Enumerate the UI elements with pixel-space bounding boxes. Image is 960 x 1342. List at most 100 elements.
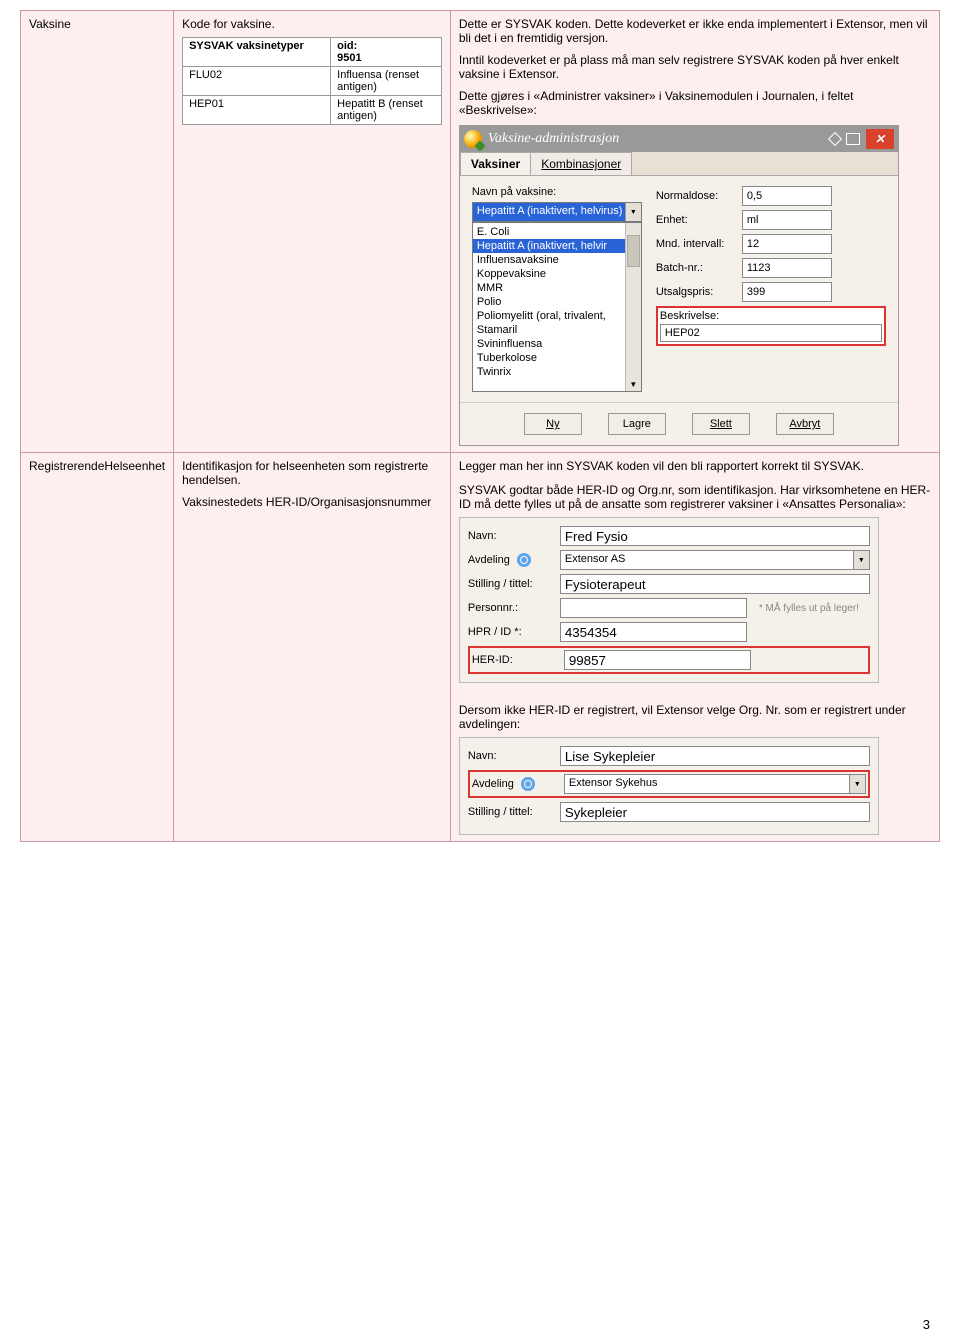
refresh-icon[interactable] — [517, 553, 531, 567]
row2-label: RegistrerendeHelseenhet — [29, 459, 165, 473]
f1-navn-input[interactable] — [560, 526, 870, 546]
row2-p1: SYSVAK godtar både HER-ID og Org.nr, som… — [459, 483, 931, 511]
sysvak-inner-table: SYSVAK vaksinetyper oid: 9501 FLU02 Infl… — [182, 37, 442, 125]
f2-avdeling-label: Avdeling — [472, 777, 558, 791]
row1-label-cell: Vaksine — [21, 11, 174, 453]
f1-hpr-input[interactable] — [560, 622, 747, 642]
f2-avdeling-combo[interactable]: Extensor Sykehus ▼ — [564, 774, 866, 794]
list-item[interactable]: Svininfluensa — [473, 337, 641, 351]
list-item[interactable]: Poliomyelitt (oral, trivalent, — [473, 309, 641, 323]
batch-label: Batch-nr.: — [656, 262, 736, 274]
row2-col2: Identifikasjon for helseenheten som regi… — [174, 453, 451, 842]
row2-col2b: Vaksinestedets HER-ID/Organisasjonsnumme… — [182, 495, 442, 509]
enhet-input[interactable] — [742, 210, 832, 230]
beskrivelse-box: Beskrivelse: HEP02 — [656, 306, 886, 346]
beskrivelse-label: Beskrivelse: — [660, 310, 882, 322]
inner-h2: oid: 9501 — [331, 38, 442, 67]
f1-hpr-label: HPR / ID *: — [468, 626, 554, 638]
globe-icon — [464, 130, 482, 148]
list-item[interactable]: Twinrix — [473, 365, 641, 379]
avdeling-highlight: Avdeling Extensor Sykehus ▼ — [468, 770, 870, 798]
intervall-input[interactable] — [742, 234, 832, 254]
f1-herid-input[interactable] — [564, 650, 751, 670]
f1-personnr-note: * MÅ fylles ut på leger! — [759, 603, 859, 614]
f2-avdeling-text: Avdeling — [472, 778, 514, 790]
enhet-label: Enhet: — [656, 214, 736, 226]
ny-button[interactable]: Ny — [524, 413, 582, 435]
normaldose-input[interactable] — [742, 186, 832, 206]
maximize-icon[interactable] — [846, 133, 860, 145]
combo-selected: Hepatitt A (inaktivert, helvirus) — [473, 203, 625, 221]
f1-avdeling-text: Avdeling — [468, 554, 510, 566]
inner-r1a: FLU02 — [183, 67, 331, 96]
refresh-icon[interactable] — [521, 777, 535, 791]
scroll-thumb[interactable] — [627, 235, 640, 267]
lagre-button[interactable]: Lagre — [608, 413, 666, 435]
f2-navn-label: Navn: — [468, 750, 554, 762]
inner-r2b: Hepatitt B (renset antigen) — [331, 96, 442, 125]
slett-button[interactable]: Slett — [692, 413, 750, 435]
spec-table: Vaksine Kode for vaksine. SYSVAK vaksine… — [20, 10, 940, 842]
herid-highlight: HER-ID: — [468, 646, 870, 674]
f2-navn-input[interactable] — [560, 746, 870, 766]
personalia-form-1: Navn: Avdeling Extensor AS ▼ Stilling / … — [459, 517, 879, 683]
f1-stilling-input[interactable] — [560, 574, 870, 594]
list-item[interactable]: Stamaril — [473, 323, 641, 337]
list-item[interactable]: Tuberkolose — [473, 351, 641, 365]
dialog-tabs: Vaksiner Kombinasjoner — [460, 152, 898, 176]
list-item[interactable]: Polio — [473, 295, 641, 309]
row2-label-cell: RegistrerendeHelseenhet — [21, 453, 174, 842]
f1-navn-label: Navn: — [468, 530, 554, 542]
row2-col3: Legger man her inn SYSVAK koden vil den … — [450, 453, 939, 842]
chevron-down-icon[interactable]: ▼ — [850, 774, 866, 794]
inner-h2b: 9501 — [337, 52, 361, 64]
row1-label: Vaksine — [29, 17, 71, 31]
tab-vaksiner[interactable]: Vaksiner — [460, 152, 531, 175]
f1-personnr-label: Personnr.: — [468, 602, 554, 614]
chevron-down-icon[interactable]: ▼ — [626, 377, 641, 391]
f2-avdeling-value: Extensor Sykehus — [564, 774, 850, 794]
list-item[interactable]: Hepatitt A (inaktivert, helvir — [473, 239, 641, 253]
chevron-down-icon[interactable]: ▼ — [854, 550, 870, 570]
dialog-titlebar: Vaksine-administrasjon ✕ — [460, 126, 898, 152]
f1-avdeling-label: Avdeling — [468, 553, 554, 567]
chevron-down-icon[interactable]: ▼ — [625, 203, 641, 221]
row1-p1: Dette er SYSVAK koden. Dette kodeverket … — [459, 17, 931, 45]
f1-personnr-input[interactable] — [560, 598, 747, 618]
dialog-buttons: Ny Lagre Slett Avbryt — [460, 402, 898, 445]
pris-input[interactable] — [742, 282, 832, 302]
list-item[interactable]: Koppevaksine — [473, 267, 641, 281]
kode-for-vaksine: Kode for vaksine. — [182, 17, 442, 31]
f1-avdeling-combo[interactable]: Extensor AS ▼ — [560, 550, 870, 570]
row2-col2a: Identifikasjon for helseenheten som regi… — [182, 459, 442, 487]
intervall-label: Mnd. intervall: — [656, 238, 736, 250]
row1-p2: Inntil kodeverket er på plass må man sel… — [459, 53, 931, 81]
f1-herid-label: HER-ID: — [472, 654, 558, 666]
tab-kombinasjoner[interactable]: Kombinasjoner — [530, 152, 632, 175]
close-icon[interactable]: ✕ — [866, 129, 894, 149]
vaksine-listbox[interactable]: E. Coli Hepatitt A (inaktivert, helvir I… — [472, 222, 642, 392]
ny-button-label: Ny — [546, 418, 559, 430]
list-item[interactable]: Influensavaksine — [473, 253, 641, 267]
row1-col3: Dette er SYSVAK koden. Dette kodeverket … — [450, 11, 939, 453]
avbryt-button[interactable]: Avbryt — [776, 413, 834, 435]
dlg-right-col: Normaldose: Enhet: Mnd. intervall: — [656, 186, 886, 392]
batch-input[interactable] — [742, 258, 832, 278]
row1-p3: Dette gjøres i «Administrer vaksiner» i … — [459, 89, 931, 117]
list-item[interactable]: E. Coli — [473, 225, 641, 239]
f1-avdeling-value: Extensor AS — [560, 550, 854, 570]
vaksine-admin-dialog: Vaksine-administrasjon ✕ Vaksiner Kombin… — [459, 125, 899, 446]
pris-label: Utsalgspris: — [656, 286, 736, 298]
inner-h2a: oid: — [337, 40, 357, 52]
inner-r2a: HEP01 — [183, 96, 331, 125]
list-item[interactable]: MMR — [473, 281, 641, 295]
f2-stilling-input[interactable] — [560, 802, 870, 822]
row2-p2: Dersom ikke HER-ID er registrert, vil Ex… — [459, 703, 931, 731]
scrollbar[interactable]: ▼ — [625, 223, 641, 391]
diamond-icon[interactable] — [828, 132, 842, 146]
row2-p0: Legger man her inn SYSVAK koden vil den … — [459, 459, 931, 473]
dialog-title: Vaksine-administrasjon — [488, 131, 619, 147]
beskrivelse-value[interactable]: HEP02 — [660, 324, 882, 342]
lagre-button-label: Lagre — [623, 418, 651, 430]
vaksine-combo[interactable]: Hepatitt A (inaktivert, helvirus) ▼ — [472, 202, 642, 222]
